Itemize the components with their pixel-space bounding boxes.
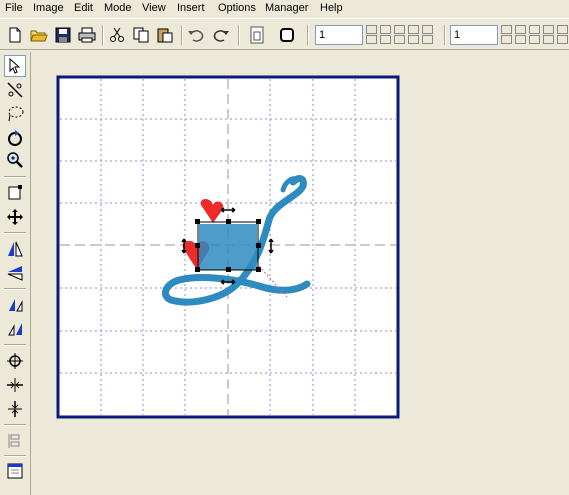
select-arrow-icon[interactable] (4, 55, 26, 77)
toolbar-separator (181, 25, 183, 45)
menu-edit[interactable]: Edit (74, 2, 93, 14)
mirror-vertical-icon[interactable] (4, 262, 26, 284)
menu-manager[interactable]: Manager (265, 2, 308, 14)
paste-icon[interactable] (155, 25, 175, 45)
left-toolbar (0, 52, 31, 495)
print-icon[interactable] (77, 25, 97, 45)
spin-up-icon[interactable] (529, 25, 540, 34)
toolbar-separator (102, 25, 104, 45)
knife-icon[interactable] (4, 79, 26, 101)
design-canvas[interactable] (31, 52, 569, 495)
spin-up-icon[interactable] (501, 25, 512, 34)
undo-icon[interactable] (186, 25, 206, 45)
skew-right-icon[interactable] (4, 318, 26, 340)
rotate-icon[interactable] (4, 127, 26, 149)
toolbar-separator (4, 232, 26, 234)
toolbar-separator (4, 344, 26, 346)
spin-field-1[interactable] (315, 25, 363, 45)
spin-down-icon[interactable] (557, 35, 568, 44)
page-icon[interactable] (247, 25, 267, 45)
spin-up-icon[interactable] (394, 25, 405, 34)
skew-left-icon[interactable] (4, 294, 26, 316)
spin-down-icon[interactable] (366, 35, 377, 44)
spin-up-icon[interactable] (422, 25, 433, 34)
move-icon[interactable] (4, 206, 26, 228)
copy-icon[interactable] (131, 25, 151, 45)
cut-icon[interactable] (107, 25, 127, 45)
redo-icon[interactable] (211, 25, 231, 45)
menu-options[interactable]: Options (218, 2, 256, 14)
menu-insert[interactable]: Insert (177, 2, 205, 14)
open-folder-icon[interactable] (29, 25, 49, 45)
selected-object[interactable] (199, 224, 257, 270)
spin-up-icon[interactable] (557, 25, 568, 34)
spin-down-icon[interactable] (515, 35, 526, 44)
window-icon[interactable] (4, 460, 26, 482)
spin-down-icon[interactable] (408, 35, 419, 44)
toolbar-separator (4, 455, 26, 457)
spin-down-icon[interactable] (529, 35, 540, 44)
design-canvas-area (31, 52, 569, 495)
spin-down-icon[interactable] (380, 35, 391, 44)
menu-file[interactable]: File (5, 2, 23, 14)
toolbar-separator (4, 288, 26, 290)
spin-down-icon[interactable] (501, 35, 512, 44)
menu-view[interactable]: View (142, 2, 166, 14)
new-document-icon[interactable] (5, 25, 25, 45)
spin-up-icon[interactable] (515, 25, 526, 34)
spin-down-icon[interactable] (394, 35, 405, 44)
stack-icon[interactable] (4, 430, 26, 452)
spin-down-icon[interactable] (422, 35, 433, 44)
main-toolbar (0, 18, 569, 50)
menu-bar: File Image Edit Mode View Insert Options… (0, 0, 569, 17)
spin-up-icon[interactable] (543, 25, 554, 34)
menu-help[interactable]: Help (320, 2, 343, 14)
menu-mode[interactable]: Mode (104, 2, 132, 14)
toolbar-separator (4, 176, 26, 178)
toolbar-separator (4, 424, 26, 426)
align-horizontal-icon[interactable] (4, 374, 26, 396)
toolbar-separator (238, 25, 240, 45)
spin-field-2[interactable] (450, 25, 498, 45)
menu-image[interactable]: Image (33, 2, 64, 14)
lasso-icon[interactable] (4, 103, 26, 125)
spin-down-icon[interactable] (543, 35, 554, 44)
spin-up-icon[interactable] (408, 25, 419, 34)
center-icon[interactable] (4, 350, 26, 372)
align-vertical-icon[interactable] (4, 398, 26, 420)
toolbar-separator (444, 25, 446, 45)
resize-box-icon[interactable] (4, 182, 26, 204)
spin-up-icon[interactable] (380, 25, 391, 34)
mirror-horizontal-icon[interactable] (4, 238, 26, 260)
zoom-icon[interactable] (4, 149, 26, 171)
save-icon[interactable] (53, 25, 73, 45)
spin-up-icon[interactable] (366, 25, 377, 34)
stop-icon[interactable] (277, 25, 297, 45)
toolbar-separator (307, 25, 309, 45)
